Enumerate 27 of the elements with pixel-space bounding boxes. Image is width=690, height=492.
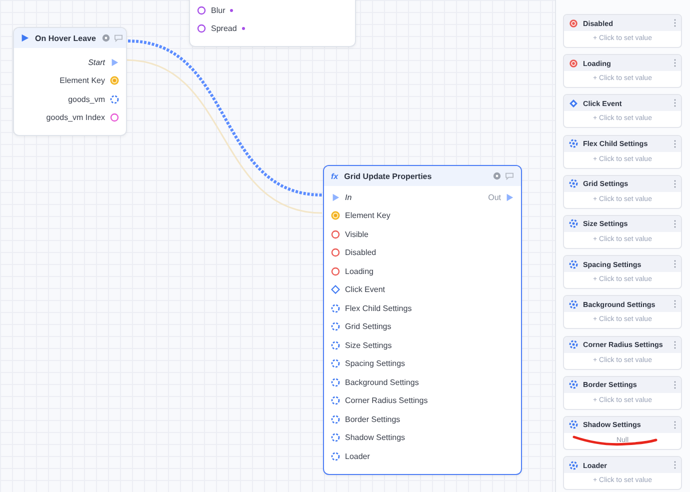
port-label: In	[345, 192, 352, 202]
port-label: Spacing Settings	[345, 359, 406, 368]
port-label: Background Settings	[345, 378, 419, 387]
port-label: goods_vm Index	[46, 113, 105, 122]
port-label: Flex Child Settings	[345, 304, 412, 313]
port-label: Border Settings	[345, 414, 400, 424]
port-label: Grid Settings	[345, 322, 392, 332]
port-label: Visible	[345, 230, 368, 239]
node-title: Grid Update Properties	[344, 172, 433, 180]
port-label: Element Key	[345, 211, 390, 220]
port-label: Element Key	[60, 76, 105, 86]
port-label: Out	[488, 192, 501, 202]
port-label: Click Event	[345, 285, 386, 294]
port-label: goods_vm	[68, 94, 105, 104]
port-label: Loader	[345, 452, 370, 461]
port-label: Disabled	[345, 248, 376, 258]
node-card[interactable]: Blur Spread	[189, 0, 356, 47]
port-label: Corner Radius Settings	[345, 396, 428, 406]
port-label: Size Settings	[345, 340, 392, 350]
port-label: Start	[88, 58, 105, 67]
node-title: On Hover Leave	[35, 34, 96, 42]
port-label: Loading	[345, 266, 374, 276]
port-label: Blur	[211, 6, 226, 15]
function-icon: fx	[331, 172, 338, 180]
node-card[interactable]: On Hover Leave Start Element Key goods_vm goods_vm Index	[13, 27, 127, 136]
port-label: Spread	[211, 24, 237, 34]
port-label: Shadow Settings	[345, 433, 406, 442]
